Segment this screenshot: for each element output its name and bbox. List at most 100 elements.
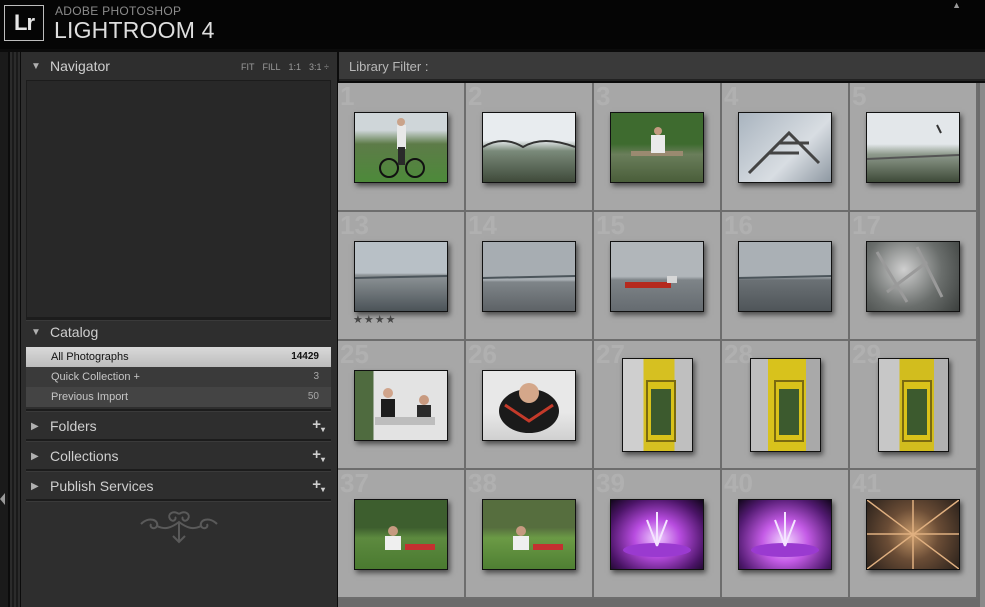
grid-cell-index: 14: [468, 212, 497, 240]
divider: [26, 469, 331, 472]
divider: [26, 409, 331, 412]
harbor-icon: [867, 124, 959, 160]
photo-thumbnail[interactable]: [354, 112, 448, 183]
photo-thumbnail[interactable]: [610, 241, 704, 312]
grid-cell[interactable]: 2: [466, 83, 594, 212]
photo-thumbnail[interactable]: [482, 499, 576, 570]
grid-cell[interactable]: 3: [594, 83, 722, 212]
person-lying-icon: [499, 383, 559, 433]
catalog-title: Catalog: [50, 324, 99, 340]
grid-cell[interactable]: 5: [850, 83, 978, 212]
photo-thumbnail[interactable]: [482, 112, 576, 183]
photo-thumbnail[interactable]: [750, 358, 821, 452]
navigator-preview[interactable]: [26, 80, 331, 318]
photo-thumbnail[interactable]: [354, 370, 448, 441]
grid-cell[interactable]: 27: [594, 341, 722, 470]
grid-cell[interactable]: 26: [466, 341, 594, 470]
collapsed-triangle-icon[interactable]: ▶: [31, 451, 39, 462]
grid-cell-index: 25: [340, 341, 369, 369]
grid-cell[interactable]: 15: [594, 212, 722, 341]
grid-cell[interactable]: 28: [722, 341, 850, 470]
catalog-item-label: Previous Import: [51, 391, 129, 403]
add-folder-icon[interactable]: +▾: [312, 417, 325, 434]
catalog-item-all-photographs[interactable]: All Photographs 14429: [26, 347, 331, 367]
collections-title: Collections: [50, 448, 119, 464]
expand-triangle-icon[interactable]: ▼: [31, 327, 41, 338]
grid-cell[interactable]: 4: [722, 83, 850, 212]
grid-cell-index: 39: [596, 470, 625, 498]
grid-cell-index: 41: [852, 470, 881, 498]
fountain-icon: [751, 512, 819, 557]
grid-cell-index: 27: [596, 341, 625, 369]
zoom-3-1[interactable]: 3:1 ÷: [309, 62, 329, 72]
grid-cell[interactable]: 14: [466, 212, 594, 341]
expand-triangle-icon[interactable]: ▼: [31, 61, 41, 72]
star-rating[interactable]: ★★★★: [353, 313, 396, 326]
grid-cell[interactable]: 29: [850, 341, 978, 470]
photo-thumbnail[interactable]: [354, 499, 448, 570]
grid-cell[interactable]: 40: [722, 470, 850, 599]
zoom-fit[interactable]: FIT: [241, 62, 255, 72]
collapsed-triangle-icon[interactable]: ▶: [31, 421, 39, 432]
grid-cell[interactable]: 38: [466, 470, 594, 599]
photo-thumbnail[interactable]: [622, 358, 693, 452]
grid-cell-index: 3: [596, 83, 611, 111]
divider: [26, 439, 331, 442]
grid-cell-index: 38: [468, 470, 497, 498]
folders-title: Folders: [50, 418, 97, 434]
grid-scrollbar[interactable]: [980, 83, 985, 607]
grid-cell[interactable]: 25: [338, 341, 466, 470]
photo-thumbnail[interactable]: [866, 499, 960, 570]
add-collection-icon[interactable]: +▾: [312, 447, 325, 464]
photo-thumbnail[interactable]: [738, 241, 832, 312]
zoom-1-1[interactable]: 1:1: [289, 62, 302, 72]
grid-cell-index: 28: [724, 341, 753, 369]
folders-header[interactable]: ▶ Folders +▾: [21, 413, 337, 439]
left-edge: [0, 52, 8, 607]
panel-resize-handle[interactable]: [10, 52, 20, 607]
grid-cell[interactable]: 13 ★★★★: [338, 212, 466, 341]
river-icon: [483, 275, 575, 279]
photo-thumbnail[interactable]: [866, 241, 960, 312]
publish-services-header[interactable]: ▶ Publish Services +▾: [21, 473, 337, 499]
grid-cell[interactable]: 37: [338, 470, 466, 599]
photo-thumbnail[interactable]: [610, 499, 704, 570]
divider: [26, 499, 331, 502]
zoom-options: FIT FILL 1:1 3:1 ÷: [233, 62, 329, 72]
photo-thumbnail[interactable]: [482, 370, 576, 441]
photo-thumbnail[interactable]: [738, 112, 832, 183]
grid-cell-index: 16: [724, 212, 753, 240]
collections-header[interactable]: ▶ Collections +▾: [21, 443, 337, 469]
grid-cell[interactable]: 1: [338, 83, 466, 212]
catalog-item-count: 50: [307, 391, 319, 402]
catalog-item-count: 14429: [291, 351, 319, 362]
grid-cell[interactable]: 39: [594, 470, 722, 599]
library-filter-bar[interactable]: Library Filter :: [339, 52, 985, 81]
navigator-header[interactable]: ▼ Navigator FIT FILL 1:1 3:1 ÷: [21, 53, 337, 79]
photo-thumbnail[interactable]: [354, 241, 448, 312]
expand-left-panel-icon[interactable]: [0, 493, 5, 505]
abstract-icon: [867, 500, 959, 569]
photo-thumbnail[interactable]: [878, 358, 949, 452]
photo-thumbnail[interactable]: [482, 241, 576, 312]
collapse-top-panel-icon[interactable]: ▲: [952, 0, 961, 10]
catalog-item-quick-collection[interactable]: Quick Collection + 3: [26, 367, 331, 387]
grid-cell-index: 15: [596, 212, 625, 240]
grid-cell[interactable]: 41: [850, 470, 978, 599]
photo-thumbnail[interactable]: [610, 112, 704, 183]
grid-cell-index: 40: [724, 470, 753, 498]
zoom-fill[interactable]: FILL: [263, 62, 281, 72]
person-bench-icon: [631, 127, 683, 156]
photo-thumbnail[interactable]: [738, 499, 832, 570]
publish-services-title: Publish Services: [50, 478, 154, 494]
grid-cell[interactable]: 16: [722, 212, 850, 341]
add-publish-service-icon[interactable]: +▾: [312, 477, 325, 494]
collapsed-triangle-icon[interactable]: ▶: [31, 481, 39, 492]
catalog-item-previous-import[interactable]: Previous Import 50: [26, 387, 331, 407]
photo-thumbnail[interactable]: [866, 112, 960, 183]
grid-cell[interactable]: 17: [850, 212, 978, 341]
fountain-icon: [623, 512, 691, 557]
catalog-header[interactable]: ▼ Catalog: [21, 319, 337, 345]
panel-end-ornament-icon: [140, 511, 218, 544]
grid-cell-index: 4: [724, 83, 739, 111]
